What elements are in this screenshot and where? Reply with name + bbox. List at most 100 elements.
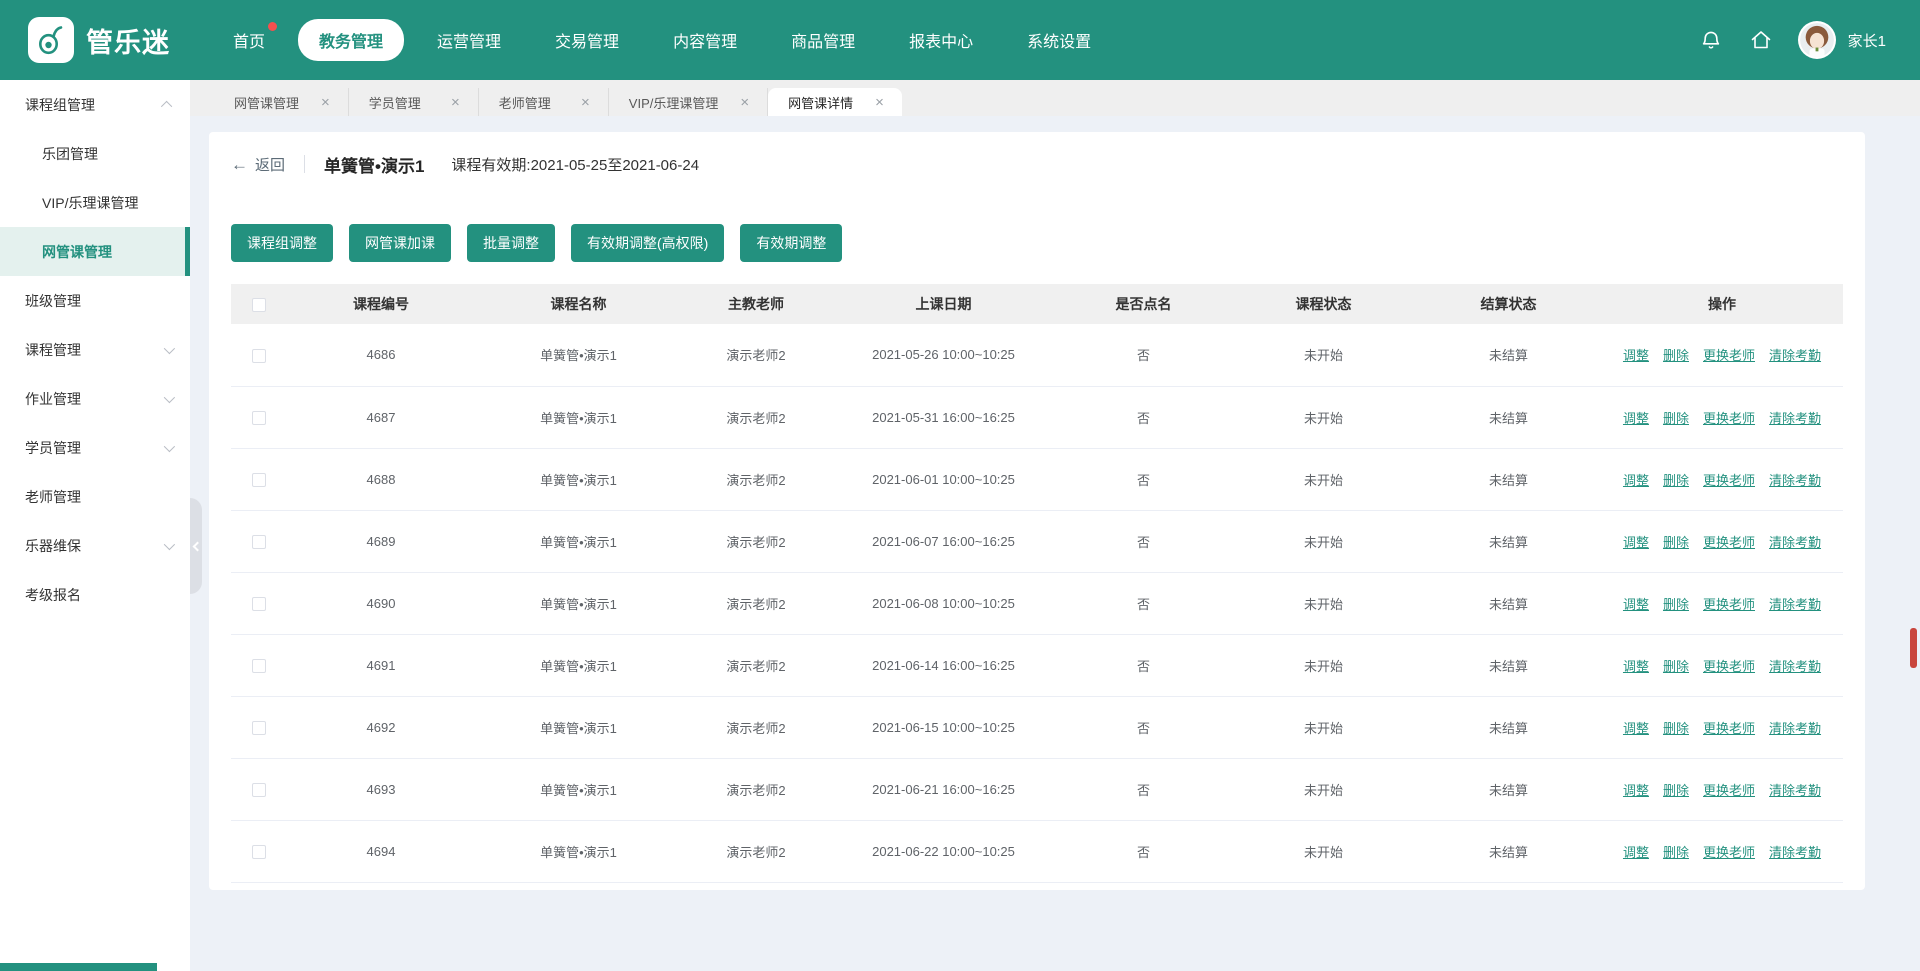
vertical-scrollbar-thumb[interactable] — [1910, 628, 1917, 668]
row-action-link[interactable]: 清除考勤 — [1769, 473, 1821, 488]
row-checkbox[interactable] — [252, 473, 266, 487]
row-action-link[interactable]: 更换老师 — [1703, 845, 1755, 860]
sidebar-item[interactable]: 乐器维保 — [0, 521, 190, 570]
tab[interactable]: 老师管理× — [479, 88, 609, 116]
tab-close-icon[interactable]: × — [581, 95, 590, 110]
row-action-link[interactable]: 更换老师 — [1703, 535, 1755, 550]
row-action-link[interactable]: 清除考勤 — [1769, 348, 1821, 363]
notification-bell-icon[interactable] — [1698, 27, 1724, 53]
action-button[interactable]: 有效期调整 — [740, 224, 842, 262]
row-action-link[interactable]: 清除考勤 — [1769, 659, 1821, 674]
row-checkbox[interactable] — [252, 597, 266, 611]
nav-item[interactable]: 系统设置 — [1006, 19, 1112, 61]
row-action-link[interactable]: 删除 — [1663, 783, 1689, 798]
nav-item[interactable]: 交易管理 — [534, 19, 640, 61]
tab[interactable]: 网管课管理× — [214, 88, 349, 116]
nav-item[interactable]: 教务管理 — [298, 19, 404, 61]
row-checkbox[interactable] — [252, 535, 266, 549]
row-action-link[interactable]: 更换老师 — [1703, 721, 1755, 736]
sidebar-item[interactable]: 班级管理 — [0, 276, 190, 325]
row-action-link[interactable]: 删除 — [1663, 348, 1689, 363]
row-action-link[interactable]: 删除 — [1663, 473, 1689, 488]
row-action-link[interactable]: 调整 — [1623, 473, 1649, 488]
tab[interactable]: 学员管理× — [349, 88, 479, 116]
row-action-link[interactable]: 删除 — [1663, 721, 1689, 736]
chevron-down-icon — [164, 440, 175, 451]
row-action-link[interactable]: 调整 — [1623, 721, 1649, 736]
row-operations-cell: 调整删除更换老师清除考勤 — [1601, 758, 1843, 820]
course-name: 单簧管•演示1 — [476, 386, 681, 448]
teacher-name: 演示老师2 — [681, 448, 831, 510]
row-action-link[interactable]: 清除考勤 — [1769, 411, 1821, 426]
nav-item[interactable]: 报表中心 — [888, 19, 994, 61]
row-action-link[interactable]: 删除 — [1663, 659, 1689, 674]
tab[interactable]: VIP/乐理课管理× — [609, 88, 768, 116]
class-date: 2021-05-26 10:00~10:25 — [831, 324, 1056, 386]
tab-close-icon[interactable]: × — [451, 95, 460, 110]
sidebar-item[interactable]: 老师管理 — [0, 472, 190, 521]
row-action-link[interactable]: 删除 — [1663, 597, 1689, 612]
nav-item[interactable]: 首页 — [212, 19, 286, 61]
home-icon[interactable] — [1748, 27, 1774, 53]
course-id: 4692 — [286, 696, 476, 758]
row-checkbox[interactable] — [252, 721, 266, 735]
row-checkbox[interactable] — [252, 783, 266, 797]
sidebar-item[interactable]: 课程管理 — [0, 325, 190, 374]
row-action-link[interactable]: 调整 — [1623, 783, 1649, 798]
sidebar-item[interactable]: 课程组管理 — [0, 80, 190, 129]
tab[interactable]: 网管课详情× — [768, 88, 902, 116]
action-button[interactable]: 课程组调整 — [231, 224, 333, 262]
tab-close-icon[interactable]: × — [740, 95, 749, 110]
row-operations-cell: 调整删除更换老师清除考勤 — [1601, 696, 1843, 758]
row-action-link[interactable]: 删除 — [1663, 535, 1689, 550]
tab-close-icon[interactable]: × — [321, 95, 330, 110]
row-action-link[interactable]: 清除考勤 — [1769, 783, 1821, 798]
nav-item[interactable]: 运营管理 — [416, 19, 522, 61]
sidebar-item[interactable]: 网管课管理 — [0, 227, 190, 276]
row-checkbox[interactable] — [252, 349, 266, 363]
row-action-link[interactable]: 删除 — [1663, 411, 1689, 426]
row-action-link[interactable]: 调整 — [1623, 845, 1649, 860]
sidebar-item[interactable]: 作业管理 — [0, 374, 190, 423]
row-action-link[interactable]: 调整 — [1623, 597, 1649, 612]
row-checkbox[interactable] — [252, 659, 266, 673]
sidebar-item[interactable]: 乐团管理 — [0, 129, 190, 178]
action-button[interactable]: 有效期调整(高权限) — [571, 224, 724, 262]
row-action-link[interactable]: 更换老师 — [1703, 411, 1755, 426]
row-action-link[interactable]: 调整 — [1623, 411, 1649, 426]
row-action-link[interactable]: 清除考勤 — [1769, 535, 1821, 550]
row-action-link[interactable]: 清除考勤 — [1769, 597, 1821, 612]
sidebar-item-label: 考级报名 — [25, 585, 172, 605]
nav-item[interactable]: 商品管理 — [770, 19, 876, 61]
select-all-checkbox[interactable] — [252, 298, 266, 312]
sidebar-item[interactable]: 学员管理 — [0, 423, 190, 472]
row-action-link[interactable]: 清除考勤 — [1769, 845, 1821, 860]
row-operations-cell: 调整删除更换老师清除考勤 — [1601, 386, 1843, 448]
sidebar-item[interactable]: 考级报名 — [0, 570, 190, 619]
row-action-link[interactable]: 更换老师 — [1703, 473, 1755, 488]
nav-item[interactable]: 内容管理 — [652, 19, 758, 61]
row-action-link[interactable]: 清除考勤 — [1769, 721, 1821, 736]
course-status: 未开始 — [1231, 324, 1416, 386]
row-checkbox[interactable] — [252, 845, 266, 859]
row-action-link[interactable]: 更换老师 — [1703, 597, 1755, 612]
action-button[interactable]: 网管课加课 — [349, 224, 451, 262]
back-button[interactable]: ← 返回 — [231, 154, 285, 175]
user-avatar[interactable] — [1798, 21, 1836, 59]
action-button[interactable]: 批量调整 — [467, 224, 555, 262]
row-action-link[interactable]: 调整 — [1623, 659, 1649, 674]
row-action-link[interactable]: 调整 — [1623, 348, 1649, 363]
row-action-link[interactable]: 更换老师 — [1703, 659, 1755, 674]
course-id: 4693 — [286, 758, 476, 820]
sidebar-horizontal-scrollbar[interactable] — [0, 963, 157, 971]
row-action-link[interactable]: 删除 — [1663, 845, 1689, 860]
row-action-link[interactable]: 调整 — [1623, 535, 1649, 550]
row-action-link[interactable]: 更换老师 — [1703, 783, 1755, 798]
sidebar-collapse-handle[interactable] — [190, 498, 202, 594]
tab-close-icon[interactable]: × — [875, 95, 884, 110]
sidebar-item[interactable]: VIP/乐理课管理 — [0, 178, 190, 227]
row-action-link[interactable]: 更换老师 — [1703, 348, 1755, 363]
sidebar-item-label: 学员管理 — [25, 438, 156, 458]
row-checkbox[interactable] — [252, 411, 266, 425]
user-name[interactable]: 家长1 — [1848, 30, 1886, 51]
